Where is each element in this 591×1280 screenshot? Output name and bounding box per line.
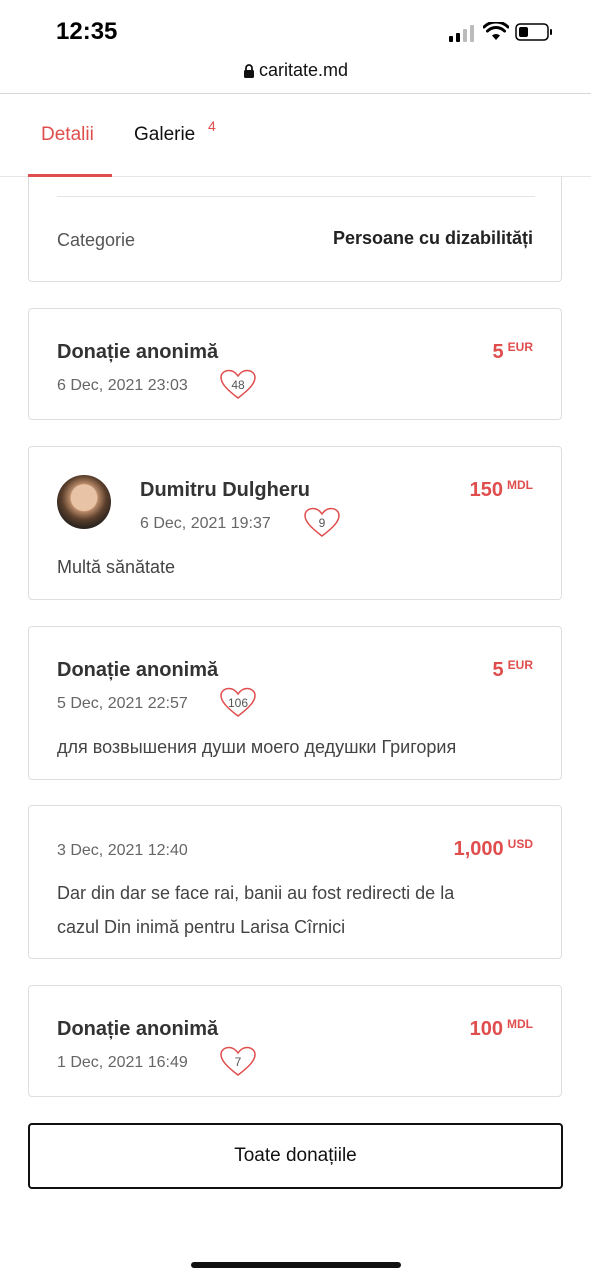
amount-value: 150 [469,479,503,501]
currency: USD [507,837,533,851]
currency: MDL [507,1017,533,1031]
amount-value: 5 [492,341,504,363]
status-time: 12:35 [56,18,118,45]
donor-name: Donație anonimă [57,341,219,363]
donation-card: Dumitru Dulgheru 150 MDL 6 Dec, 2021 19:3… [28,446,562,600]
donation-date: 6 Dec, 2021 19:37 [140,515,271,532]
donation-amount: 5 EUR [492,340,533,364]
like-button[interactable]: 7 [219,1046,257,1078]
donation-message-line: cazul Din inimă pentru Larisa Cîrnici [57,917,346,937]
donation-message: для возвышения души моего дедушки Григор… [57,737,457,757]
details-card: Categorie Persoane cu dizabilități [28,170,562,282]
donation-date: 1 Dec, 2021 16:49 [57,1054,188,1071]
donation-amount: 150 MDL [469,478,533,502]
tab-gallery[interactable]: Galerie [134,124,195,146]
donation-amount: 5 EUR [492,658,533,682]
avatar [57,475,111,529]
currency: MDL [507,478,533,492]
amount-value: 100 [469,1018,503,1040]
donation-amount: 100 MDL [469,1017,533,1041]
donor-name: Dumitru Dulgheru [140,479,310,501]
browser-address-bar[interactable]: caritate.md [0,60,591,92]
amount-value: 5 [492,659,504,681]
donation-card: 1,000 USD 3 Dec, 2021 12:40 Dar din dar s… [28,805,562,959]
active-tab-indicator [28,174,112,177]
donation-message: Multă sănătate [57,557,176,577]
donor-name: Donație anonimă [57,1018,219,1040]
category-label: Categorie [57,230,136,250]
currency: EUR [507,340,533,354]
donation-card: Donație anonimă 100 MDL 1 Dec, 2021 16:49… [28,985,562,1097]
like-count: 9 [318,516,326,530]
category-value: Persoane cu dizabilități [332,228,533,248]
donation-date: 5 Dec, 2021 22:57 [57,695,188,712]
battery-icon [515,23,552,41]
wifi-icon [483,22,509,40]
donation-card: Donație anonimă 5 EUR 5 Dec, 2021 22:57 1… [28,626,562,780]
like-button[interactable]: 9 [303,507,341,539]
donation-card: Donație anonimă 5 EUR 6 Dec, 2021 23:03 4… [28,308,562,420]
gallery-count-badge: 4 [208,118,216,134]
donor-name: Donație anonimă [57,659,219,681]
donation-date: 3 Dec, 2021 12:40 [57,842,188,859]
like-count: 106 [227,696,249,710]
donation-message-line: Dar din dar se face rai, banii au fost r… [57,883,455,903]
divider [57,196,535,197]
cellular-signal-icon [449,25,474,42]
donation-date: 6 Dec, 2021 23:03 [57,377,188,394]
lock-icon [243,64,254,79]
like-count: 48 [231,378,245,392]
tab-bar: Detalii Galerie 4 [0,94,591,177]
status-bar: 12:35 [0,0,591,60]
donation-amount: 1,000 USD [453,837,533,861]
amount-value: 1,000 [453,838,504,860]
tab-details[interactable]: Detalii [41,124,94,146]
all-donations-button[interactable]: Toate donațiile [28,1123,563,1189]
like-button[interactable]: 106 [219,687,257,719]
url-text: caritate.md [258,60,349,80]
like-count: 7 [234,1055,242,1069]
donation-message: Dar din dar se face rai, banii au fost r… [57,876,535,944]
home-indicator[interactable] [191,1262,401,1268]
like-button[interactable]: 48 [219,369,257,401]
currency: EUR [507,658,533,672]
